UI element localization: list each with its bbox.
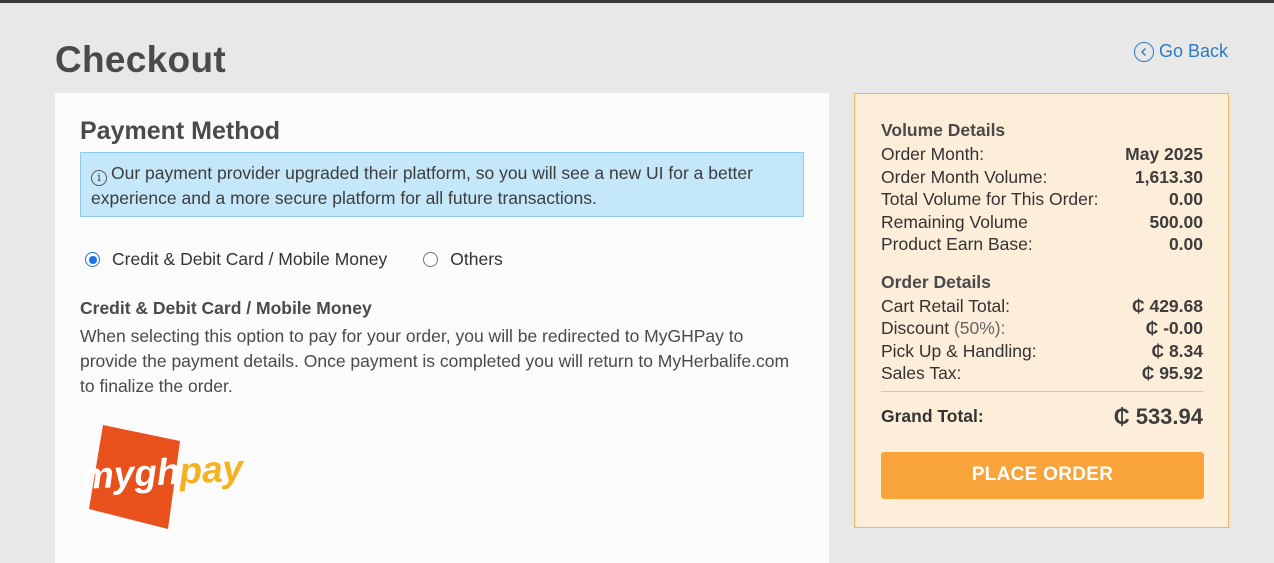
summary-row: Total Volume for This Order: 0.00: [881, 188, 1203, 211]
logo-text-pay: pay: [177, 447, 246, 491]
page-title: Checkout: [55, 39, 226, 80]
summary-row: Sales Tax: ₵ 95.92: [881, 362, 1203, 385]
product-earn-base-label: Product Earn Base:: [881, 234, 1033, 254]
grand-total-label: Grand Total:: [881, 406, 984, 426]
cart-retail-total-value: ₵ 429.68: [1131, 295, 1203, 316]
radio-credit-debit-mobile-money[interactable]: [85, 252, 100, 267]
summary-row: Pick Up & Handling: ₵ 8.34: [881, 340, 1203, 363]
payment-method-title: Payment Method: [80, 117, 281, 145]
order-summary: Volume Details Order Month: May 2025 Ord…: [854, 93, 1229, 528]
sales-tax-value: ₵ 95.92: [1141, 363, 1203, 383]
chevron-left-icon: [1134, 41, 1154, 62]
myghpay-logo: myghpay: [80, 425, 247, 529]
remaining-volume-label: Remaining Volume: [881, 211, 1028, 232]
order-month-volume-label: Order Month Volume:: [881, 166, 1048, 187]
radio-label-others[interactable]: Others: [450, 249, 503, 270]
go-back-link[interactable]: Go Back: [1134, 41, 1228, 62]
pickup-handling-label: Pick Up & Handling:: [881, 340, 1037, 361]
logo-text-mygh: mygh: [80, 451, 181, 497]
selected-option-description: When selecting this option to pay for yo…: [80, 326, 790, 396]
info-banner: i Our payment provider upgraded their pla…: [80, 152, 804, 217]
order-month-volume-value: 1,613.30: [1134, 166, 1203, 187]
summary-row: Remaining Volume 500.00: [881, 211, 1203, 234]
grand-total-value: ₵ 533.94: [1113, 403, 1203, 429]
cart-retail-total-label: Cart Retail Total:: [881, 295, 1011, 316]
go-back-label: Go Back: [1159, 41, 1229, 61]
order-month-value: May 2025: [1125, 144, 1203, 164]
volume-details-title: Volume Details: [881, 120, 1006, 140]
summary-row: Order Month: May 2025: [881, 143, 1203, 166]
summary-row: Discount (50%): ₵ -0.00: [881, 317, 1203, 340]
sales-tax-label: Sales Tax:: [881, 363, 962, 383]
place-order-button[interactable]: PLACE ORDER: [881, 451, 1204, 499]
svg-text:myghpay: myghpay: [80, 447, 247, 497]
summary-row: Cart Retail Total: ₵ 429.68: [881, 295, 1203, 318]
payment-panel: Payment Method i Our payment provider upg…: [55, 93, 829, 563]
radio-others[interactable]: [423, 252, 439, 267]
discount-label: Discount: [881, 318, 954, 338]
summary-divider: [881, 390, 1203, 392]
total-volume-label: Total Volume for This Order:: [881, 189, 1099, 209]
selected-option-title: Credit & Debit Card / Mobile Money: [80, 298, 372, 318]
pickup-handling-value: ₵ 8.34: [1151, 340, 1203, 361]
order-month-label: Order Month:: [881, 144, 985, 164]
order-details-title: Order Details: [881, 271, 991, 292]
remaining-volume-value: 500.00: [1149, 211, 1203, 232]
radio-label-credit-debit-mobile-money[interactable]: Credit & Debit Card / Mobile Money: [112, 249, 387, 270]
total-volume-value: 0.00: [1168, 189, 1203, 209]
info-icon: i: [91, 169, 107, 186]
payment-options: Credit & Debit Card / Mobile Money Other…: [85, 249, 503, 270]
discount-percent: (50%):: [953, 318, 1006, 338]
summary-row: Order Month Volume: 1,613.30: [881, 166, 1203, 189]
summary-row: Product Earn Base: 0.00: [881, 233, 1203, 256]
discount-value: ₵ -0.00: [1145, 318, 1203, 338]
product-earn-base-value: 0.00: [1168, 234, 1203, 254]
grand-total-row: Grand Total: ₵ 533.94: [881, 404, 1203, 430]
info-text: Our payment provider upgraded their plat…: [91, 163, 753, 208]
